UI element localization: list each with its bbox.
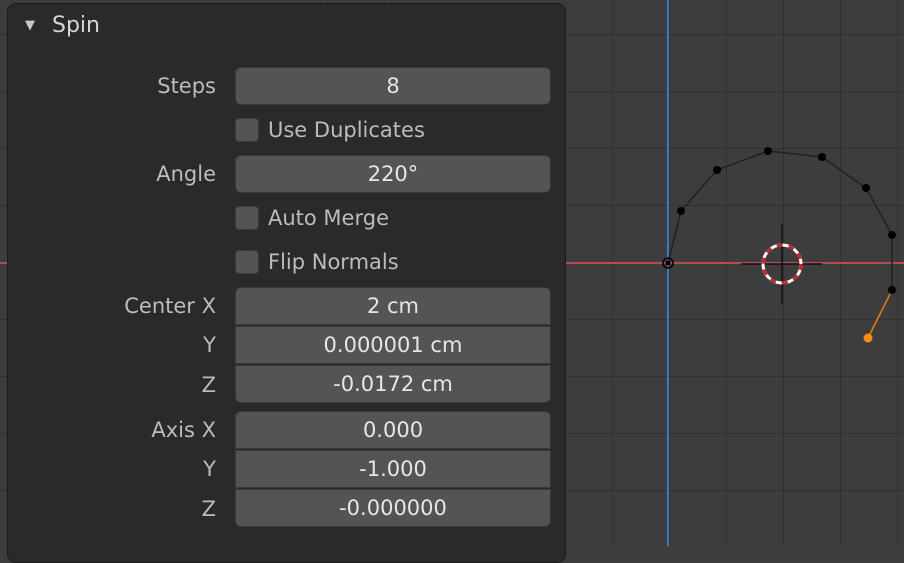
center-y-label: Y — [203, 333, 216, 357]
center-z-label: Z — [201, 373, 216, 397]
use-duplicates-row[interactable]: Use Duplicates — [235, 115, 425, 145]
vertex[interactable] — [677, 207, 685, 215]
center-x-field[interactable]: 2 cm — [235, 287, 551, 325]
center-x-label: Center X — [124, 294, 216, 318]
center-z-field[interactable]: -0.0172 cm — [235, 365, 551, 403]
flip-normals-label: Flip Normals — [268, 250, 399, 274]
vertex[interactable] — [764, 147, 772, 155]
spin-edge-path — [667, 150, 893, 290]
flip-normals-row[interactable]: Flip Normals — [235, 247, 399, 277]
active-vertex[interactable] — [863, 333, 873, 343]
axis-x-field[interactable]: 0.000 — [235, 411, 551, 449]
vertex[interactable] — [888, 231, 896, 239]
axis-y-field[interactable]: -1.000 — [235, 450, 551, 488]
use-duplicates-checkbox[interactable] — [235, 118, 259, 142]
steps-field[interactable]: 8 — [235, 67, 551, 105]
vertex[interactable] — [818, 153, 826, 161]
vertex[interactable] — [862, 184, 870, 192]
use-duplicates-label: Use Duplicates — [268, 118, 425, 142]
spin-operator-panel: ▼ Spin Steps 8 Use Duplicates Angle 220°… — [7, 3, 566, 563]
auto-merge-row[interactable]: Auto Merge — [235, 203, 389, 233]
auto-merge-label: Auto Merge — [268, 206, 389, 230]
active-edge — [867, 289, 893, 339]
axis-z-label: Z — [201, 497, 216, 521]
angle-field[interactable]: 220° — [235, 155, 551, 193]
axis-y-label: Y — [203, 457, 216, 481]
panel-title: Spin — [52, 13, 100, 38]
vertex[interactable] — [713, 166, 721, 174]
angle-label: Angle — [156, 162, 216, 186]
auto-merge-checkbox[interactable] — [235, 206, 259, 230]
steps-label: Steps — [157, 74, 216, 98]
triangle-down-icon[interactable]: ▼ — [25, 18, 35, 33]
3d-cursor-icon[interactable] — [741, 224, 822, 304]
vertex-origin-dot[interactable] — [665, 260, 671, 266]
flip-normals-checkbox[interactable] — [235, 250, 259, 274]
center-y-field[interactable]: 0.000001 cm — [235, 326, 551, 364]
vertex[interactable] — [888, 286, 896, 294]
axis-x-label: Axis X — [151, 418, 216, 442]
panel-header[interactable]: ▼ Spin — [8, 4, 565, 50]
axis-z-field[interactable]: -0.000000 — [235, 489, 551, 527]
